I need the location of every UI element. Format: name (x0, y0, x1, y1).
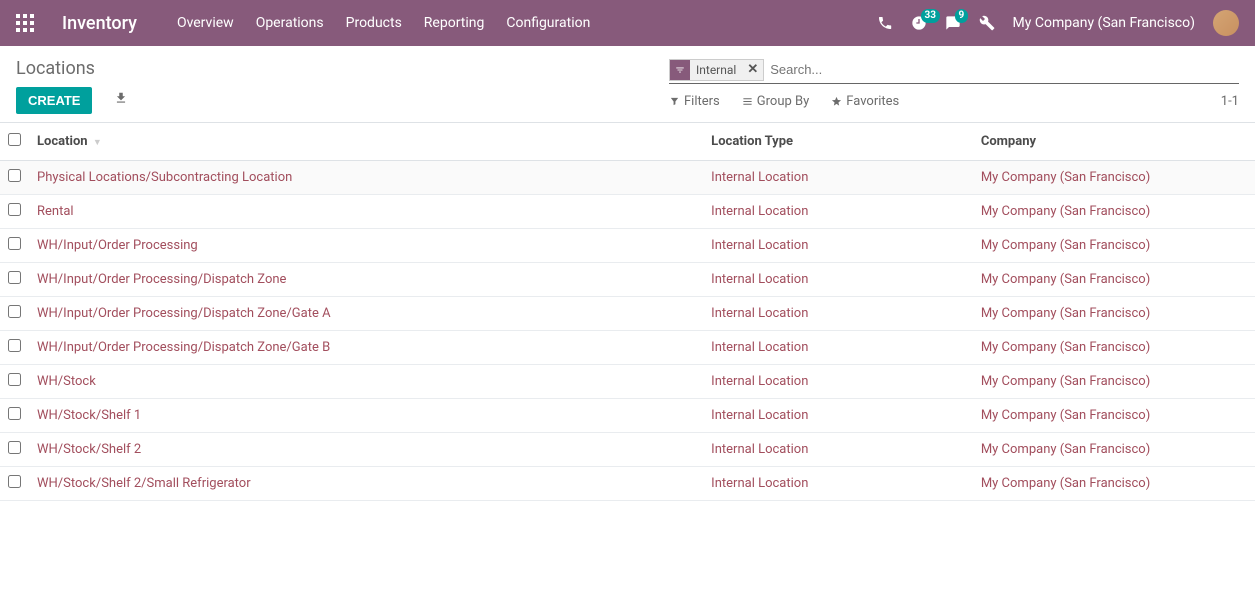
location-link[interactable]: WH/Input/Order Processing/Dispatch Zone/… (37, 340, 330, 355)
row-checkbox[interactable] (8, 237, 21, 250)
import-icon[interactable] (114, 91, 128, 105)
company-link[interactable]: My Company (San Francisco) (981, 476, 1150, 491)
col-location[interactable]: Location ▼ (29, 123, 703, 161)
location-link[interactable]: WH/Input/Order Processing/Dispatch Zone/… (37, 306, 331, 321)
create-button[interactable]: Create (16, 87, 92, 114)
type-link[interactable]: Internal Location (711, 272, 808, 287)
type-link[interactable]: Internal Location (711, 476, 808, 491)
search-box[interactable]: Internal ✕ (669, 58, 1239, 84)
nav-products[interactable]: Products (346, 15, 402, 31)
clock-badge: 33 (921, 9, 940, 23)
type-link[interactable]: Internal Location (711, 442, 808, 457)
facet-label: Internal (690, 63, 742, 77)
type-link[interactable]: Internal Location (711, 374, 808, 389)
pager[interactable]: 1-1 (1221, 94, 1239, 109)
clock-icon[interactable]: 33 (911, 15, 927, 31)
type-link[interactable]: Internal Location (711, 306, 808, 321)
table-row[interactable]: WH/Stock/Shelf 2 Internal Location My Comp… (0, 433, 1255, 467)
location-link[interactable]: WH/Stock/Shelf 1 (37, 408, 141, 423)
col-location-label: Location (37, 134, 88, 149)
table-row[interactable]: WH/Input/Order Processing Internal Locati… (0, 229, 1255, 263)
breadcrumb: Locations (16, 58, 128, 79)
chat-icon[interactable]: 9 (945, 15, 961, 31)
location-link[interactable]: Rental (37, 204, 74, 219)
location-link[interactable]: WH/Stock (37, 374, 96, 389)
nav-operations[interactable]: Operations (256, 15, 324, 31)
select-all-checkbox[interactable] (8, 133, 21, 146)
row-checkbox[interactable] (8, 339, 21, 352)
search-facet: Internal ✕ (669, 59, 764, 81)
groupby-label: Group By (757, 94, 810, 109)
nav-company[interactable]: My Company (San Francisco) (1013, 15, 1195, 31)
row-checkbox[interactable] (8, 271, 21, 284)
nav-overview[interactable]: Overview (177, 15, 234, 31)
locations-table: Location ▼ Location Type Company Physica… (0, 122, 1255, 501)
facet-remove-icon[interactable]: ✕ (742, 62, 763, 77)
sort-caret-icon: ▼ (93, 138, 102, 148)
type-link[interactable]: Internal Location (711, 170, 808, 185)
company-link[interactable]: My Company (San Francisco) (981, 170, 1150, 185)
table-row[interactable]: WH/Input/Order Processing/Dispatch Zone I… (0, 263, 1255, 297)
company-link[interactable]: My Company (San Francisco) (981, 374, 1150, 389)
type-link[interactable]: Internal Location (711, 408, 808, 423)
col-company[interactable]: Company (973, 123, 1255, 161)
location-link[interactable]: WH/Stock/Shelf 2 (37, 442, 141, 457)
nav-reporting[interactable]: Reporting (424, 15, 485, 31)
avatar[interactable] (1213, 10, 1239, 36)
search-input[interactable] (770, 58, 1239, 81)
company-link[interactable]: My Company (San Francisco) (981, 340, 1150, 355)
favorites-label: Favorites (846, 94, 899, 109)
company-link[interactable]: My Company (San Francisco) (981, 204, 1150, 219)
chat-badge: 9 (955, 9, 969, 23)
filters-label: Filters (684, 94, 720, 109)
location-link[interactable]: WH/Input/Order Processing (37, 238, 198, 253)
location-link[interactable]: WH/Input/Order Processing/Dispatch Zone (37, 272, 286, 287)
filter-icon (670, 60, 690, 80)
location-link[interactable]: Physical Locations/Subcontracting Locati… (37, 170, 292, 185)
favorites-button[interactable]: Favorites (831, 94, 899, 109)
col-type[interactable]: Location Type (703, 123, 973, 161)
table-row[interactable]: WH/Input/Order Processing/Dispatch Zone/… (0, 297, 1255, 331)
nav-right: 33 9 My Company (San Francisco) (877, 10, 1239, 36)
table-row[interactable]: Physical Locations/Subcontracting Locati… (0, 161, 1255, 195)
company-link[interactable]: My Company (San Francisco) (981, 408, 1150, 423)
type-link[interactable]: Internal Location (711, 238, 808, 253)
tools-icon[interactable] (979, 15, 995, 31)
company-link[interactable]: My Company (San Francisco) (981, 272, 1150, 287)
col-type-label: Location Type (711, 134, 793, 149)
phone-icon[interactable] (877, 15, 893, 31)
filters-button[interactable]: Filters (669, 94, 720, 109)
row-checkbox[interactable] (8, 169, 21, 182)
app-brand: Inventory (62, 13, 137, 34)
table-row[interactable]: WH/Stock Internal Location My Company (San… (0, 365, 1255, 399)
apps-icon[interactable] (16, 14, 34, 32)
nav-links: Overview Operations Products Reporting C… (177, 15, 590, 31)
table-row[interactable]: WH/Stock/Shelf 2/Small Refrigerator Inter… (0, 467, 1255, 501)
row-checkbox[interactable] (8, 203, 21, 216)
nav-configuration[interactable]: Configuration (506, 15, 590, 31)
row-checkbox[interactable] (8, 305, 21, 318)
col-company-label: Company (981, 134, 1036, 149)
location-link[interactable]: WH/Stock/Shelf 2/Small Refrigerator (37, 476, 251, 491)
main-navbar: Inventory Overview Operations Products R… (0, 0, 1255, 46)
table-row[interactable]: WH/Stock/Shelf 1 Internal Location My Comp… (0, 399, 1255, 433)
type-link[interactable]: Internal Location (711, 204, 808, 219)
company-link[interactable]: My Company (San Francisco) (981, 238, 1150, 253)
row-checkbox[interactable] (8, 407, 21, 420)
company-link[interactable]: My Company (San Francisco) (981, 306, 1150, 321)
row-checkbox[interactable] (8, 441, 21, 454)
company-link[interactable]: My Company (San Francisco) (981, 442, 1150, 457)
control-panel: Locations Create Internal ✕ (0, 46, 1255, 122)
row-checkbox[interactable] (8, 373, 21, 386)
type-link[interactable]: Internal Location (711, 340, 808, 355)
row-checkbox[interactable] (8, 475, 21, 488)
table-row[interactable]: Rental Internal Location My Company (San F… (0, 195, 1255, 229)
table-row[interactable]: WH/Input/Order Processing/Dispatch Zone/… (0, 331, 1255, 365)
groupby-button[interactable]: Group By (742, 94, 810, 109)
